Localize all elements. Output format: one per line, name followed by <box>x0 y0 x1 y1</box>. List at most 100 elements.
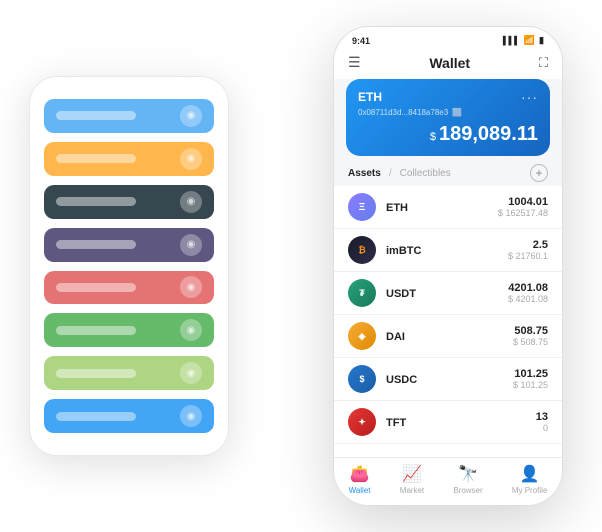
card-bar-6 <box>56 369 136 378</box>
tab-assets[interactable]: Assets <box>348 168 381 179</box>
browser-nav-label: Browser <box>453 486 482 495</box>
card-icon-6: ◉ <box>180 362 202 384</box>
card-bar-4 <box>56 283 136 292</box>
asset-name-dai: DAI <box>386 331 405 343</box>
card-row-5: ◉ <box>44 313 214 347</box>
asset-item-eth[interactable]: Ξ ETH 1004.01$ 162517.48 <box>334 186 562 229</box>
bottom-nav: 👛 Wallet 📈 Market 🔭 Browser 👤 My Profile <box>334 457 562 505</box>
nav-browser[interactable]: 🔭 Browser <box>453 464 482 495</box>
asset-item-usdt[interactable]: ₮ USDT 4201.08$ 4201.08 <box>334 272 562 315</box>
wallet-nav-icon: 👛 <box>350 464 370 484</box>
card-row-4: ◉ <box>44 271 214 305</box>
card-row-3: ◉ <box>44 228 214 262</box>
profile-nav-label: My Profile <box>512 486 548 495</box>
asset-usd-eth: $ 162517.48 <box>498 208 548 218</box>
eth-card-top: ETH ··· <box>358 89 538 105</box>
asset-logo-tft: ✦ <box>348 408 376 436</box>
asset-info-dai: DAI <box>386 327 503 345</box>
asset-amounts-eth: 1004.01$ 162517.48 <box>498 196 548 218</box>
eth-card-dots: ··· <box>521 89 538 105</box>
currency-symbol: $ <box>430 131 436 143</box>
front-phone: 9:41 ▌▌▌ 📶 ▮ ☰ Wallet ⛶ ETH ··· 0x08711 <box>333 26 563 506</box>
asset-amounts-usdt: 4201.08$ 4201.08 <box>508 282 548 304</box>
add-asset-button[interactable]: + <box>530 164 548 182</box>
asset-amounts-tft: 130 <box>536 411 548 433</box>
assets-header: Assets / Collectibles + <box>334 156 562 186</box>
header-title: Wallet <box>429 55 470 71</box>
status-icons: ▌▌▌ 📶 ▮ <box>503 35 544 46</box>
wallet-nav-label: Wallet <box>349 486 371 495</box>
asset-amounts-usdc: 101.25$ 101.25 <box>513 368 548 390</box>
asset-logo-imbtc: ₿ <box>348 236 376 264</box>
browser-nav-icon: 🔭 <box>458 464 478 484</box>
market-nav-icon: 📈 <box>402 464 422 484</box>
tab-collectibles[interactable]: Collectibles <box>400 168 451 179</box>
asset-amounts-dai: 508.75$ 508.75 <box>513 325 548 347</box>
asset-name-eth: ETH <box>386 202 408 214</box>
status-bar: 9:41 ▌▌▌ 📶 ▮ <box>334 27 562 50</box>
market-nav-label: Market <box>400 486 424 495</box>
card-row-2: ◉ <box>44 185 214 219</box>
asset-logo-eth: Ξ <box>348 193 376 221</box>
asset-name-usdc: USDC <box>386 374 417 386</box>
back-phone: ◉ ◉ ◉ ◉ ◉ ◉ ◉ ◉ <box>29 76 229 456</box>
asset-balance-usdt: 4201.08 <box>508 282 548 294</box>
card-bar-7 <box>56 412 136 421</box>
asset-balance-usdc: 101.25 <box>513 368 548 380</box>
asset-logo-dai: ◈ <box>348 322 376 350</box>
asset-amounts-imbtc: 2.5$ 21760.1 <box>508 239 548 261</box>
card-row-6: ◉ <box>44 356 214 390</box>
asset-balance-dai: 508.75 <box>513 325 548 337</box>
asset-logo-usdc: $ <box>348 365 376 393</box>
asset-list: Ξ ETH 1004.01$ 162517.48 ₿ imBTC 2.5$ 21760.1… <box>334 186 562 457</box>
asset-item-usdc[interactable]: $ USDC 101.25$ 101.25 <box>334 358 562 401</box>
nav-wallet[interactable]: 👛 Wallet <box>349 464 371 495</box>
asset-usd-usdt: $ 4201.08 <box>508 294 548 304</box>
phone-content: ETH ··· 0x08711d3d...8418a78e3 ⬜ $189,08… <box>334 79 562 457</box>
profile-nav-icon: 👤 <box>520 464 540 484</box>
expand-icon[interactable]: ⛶ <box>539 55 548 71</box>
asset-name-tft: TFT <box>386 417 406 429</box>
scene: ◉ ◉ ◉ ◉ ◉ ◉ ◉ ◉ 9:41 ▌▌▌ 📶 ▮ ☰ Wallet ⛶ ETH ··· <box>11 11 591 521</box>
asset-name-imbtc: imBTC <box>386 245 421 257</box>
card-bar-0 <box>56 111 136 120</box>
phone-header: ☰ Wallet ⛶ <box>334 50 562 79</box>
nav-profile[interactable]: 👤 My Profile <box>512 464 548 495</box>
asset-item-imbtc[interactable]: ₿ imBTC 2.5$ 21760.1 <box>334 229 562 272</box>
asset-usd-dai: $ 508.75 <box>513 337 548 347</box>
card-icon-3: ◉ <box>180 234 202 256</box>
battery-icon: ▮ <box>539 35 544 46</box>
asset-usd-tft: 0 <box>536 423 548 433</box>
menu-icon[interactable]: ☰ <box>348 54 361 71</box>
asset-usd-imbtc: $ 21760.1 <box>508 251 548 261</box>
card-icon-0: ◉ <box>180 105 202 127</box>
asset-info-tft: TFT <box>386 413 526 431</box>
asset-item-tft[interactable]: ✦ TFT 130 <box>334 401 562 444</box>
card-bar-3 <box>56 240 136 249</box>
card-bar-1 <box>56 154 136 163</box>
card-bar-2 <box>56 197 136 206</box>
card-icon-5: ◉ <box>180 319 202 341</box>
card-row-7: ◉ <box>44 399 214 433</box>
asset-info-imbtc: imBTC <box>386 241 498 259</box>
nav-market[interactable]: 📈 Market <box>400 464 424 495</box>
asset-info-usdc: USDC <box>386 370 503 388</box>
asset-logo-usdt: ₮ <box>348 279 376 307</box>
eth-card: ETH ··· 0x08711d3d...8418a78e3 ⬜ $189,08… <box>346 79 550 156</box>
wifi-icon: 📶 <box>524 35 535 46</box>
eth-address: 0x08711d3d...8418a78e3 ⬜ <box>358 108 538 117</box>
card-icon-1: ◉ <box>180 148 202 170</box>
eth-balance: $189,089.11 <box>358 123 538 146</box>
card-bar-5 <box>56 326 136 335</box>
asset-info-usdt: USDT <box>386 284 498 302</box>
asset-balance-tft: 13 <box>536 411 548 423</box>
asset-info-eth: ETH <box>386 198 488 216</box>
copy-icon[interactable]: ⬜ <box>452 108 462 117</box>
asset-item-dai[interactable]: ◈ DAI 508.75$ 508.75 <box>334 315 562 358</box>
card-icon-7: ◉ <box>180 405 202 427</box>
card-row-0: ◉ <box>44 99 214 133</box>
eth-card-label: ETH <box>358 90 382 104</box>
status-time: 9:41 <box>352 36 370 46</box>
assets-tabs: Assets / Collectibles <box>348 168 451 179</box>
card-icon-2: ◉ <box>180 191 202 213</box>
